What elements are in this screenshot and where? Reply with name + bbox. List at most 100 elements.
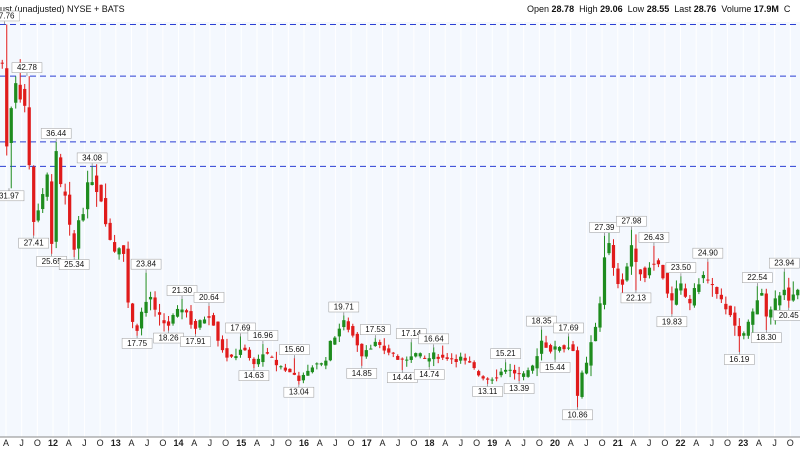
candle-body	[486, 378, 490, 380]
x-tick-label: A	[505, 438, 511, 448]
candle-body	[234, 356, 238, 359]
candle-body	[697, 284, 701, 292]
candle-body	[166, 321, 171, 326]
price-label: 47.76	[0, 11, 15, 20]
candle-body	[391, 352, 395, 354]
candle-body	[414, 353, 418, 357]
x-tick-label: 19	[487, 438, 497, 448]
x-tick-label: J	[710, 438, 715, 448]
x-tick-label: J	[772, 438, 777, 448]
candle-body	[423, 357, 427, 359]
candle-body	[787, 287, 791, 301]
candle-body	[593, 326, 598, 342]
x-tick-label: O	[536, 438, 543, 448]
x-tick-label: O	[222, 438, 229, 448]
candle-body	[495, 377, 499, 379]
candle-body	[157, 312, 162, 315]
candle-body	[121, 245, 126, 254]
candle-body	[324, 360, 328, 366]
candle-body	[710, 284, 714, 286]
candle-body	[202, 319, 207, 324]
candle-body	[45, 174, 49, 197]
candle-body	[256, 358, 261, 365]
candle-body	[553, 346, 557, 350]
x-tick-label: O	[599, 438, 606, 448]
candle-body	[589, 342, 593, 366]
candle-body	[130, 303, 135, 322]
candle-body	[530, 365, 535, 371]
candle-body	[247, 349, 252, 359]
candle-body	[661, 264, 665, 279]
candle-body	[481, 376, 485, 379]
candle-body	[679, 283, 683, 291]
candle-body	[598, 303, 602, 328]
candle-body	[688, 298, 692, 304]
candle-body	[117, 248, 121, 255]
candle-body	[301, 374, 305, 381]
price-label: 14.44	[392, 373, 413, 382]
x-tick-label: 23	[738, 438, 748, 448]
x-tick-label: A	[693, 438, 699, 448]
candle-body	[652, 263, 656, 265]
price-label: 16.64	[424, 334, 445, 343]
price-label: 16.96	[253, 331, 274, 340]
candle-body	[441, 354, 445, 358]
x-tick-label: O	[410, 438, 417, 448]
candle-body	[108, 222, 112, 240]
x-tick-label: J	[208, 438, 213, 448]
x-tick-label: A	[254, 438, 260, 448]
candle-body	[198, 320, 202, 328]
candle-body	[638, 269, 643, 275]
candle-body	[769, 309, 773, 318]
x-tick-label: A	[128, 438, 134, 448]
price-chart[interactable]: A J O 12 A J O 13 A J O 14 A J O 15 A J O 16 A J O 17 A J O 18 A J O 19…	[0, 0, 800, 450]
candle-body	[580, 372, 584, 397]
candle-body	[382, 345, 386, 351]
candle-body	[68, 194, 72, 225]
candle-body	[571, 344, 575, 351]
candle-body	[436, 356, 440, 359]
candle-body	[625, 266, 629, 281]
x-tick-label: O	[787, 438, 794, 448]
candle-body	[548, 345, 553, 352]
x-tick-label: J	[459, 438, 464, 448]
price-label: 26.43	[644, 233, 665, 242]
x-tick-label: O	[34, 438, 41, 448]
candle-body	[521, 373, 526, 377]
candle-body	[270, 356, 274, 358]
candle-body	[86, 182, 90, 210]
price-label: 42.78	[17, 63, 38, 72]
price-label: 25.34	[64, 260, 85, 269]
candle-body	[274, 359, 279, 366]
candle-body	[63, 191, 67, 196]
candle-body	[719, 294, 723, 300]
candle-body	[445, 357, 449, 359]
x-tick-label: 22	[676, 438, 686, 448]
candle-body	[184, 310, 189, 313]
candle-body	[171, 314, 175, 324]
x-tick-label: 13	[111, 438, 121, 448]
x-tick-label: A	[191, 438, 197, 448]
candle-body	[95, 175, 99, 193]
x-tick-label: 17	[362, 438, 372, 448]
candle-body	[634, 248, 638, 262]
price-label: 15.44	[545, 363, 566, 372]
candle-body	[620, 279, 625, 285]
x-tick-label: 20	[550, 438, 560, 448]
price-label: 19.83	[662, 317, 683, 326]
price-label: 17.75	[127, 339, 148, 348]
x-tick-label: J	[19, 438, 24, 448]
candle-body	[629, 245, 634, 267]
candle-body	[193, 320, 198, 329]
candle-body	[764, 293, 768, 317]
price-label: 22.54	[747, 273, 768, 282]
candle-body	[126, 248, 130, 303]
price-label: 31.97	[0, 191, 20, 200]
candle-body	[135, 325, 139, 331]
candle-body	[369, 348, 373, 350]
x-tick-label: A	[3, 438, 9, 448]
candle-body	[0, 62, 4, 64]
price-label: 17.91	[185, 337, 206, 346]
price-label: 14.85	[352, 369, 373, 378]
candle-body	[14, 83, 18, 103]
